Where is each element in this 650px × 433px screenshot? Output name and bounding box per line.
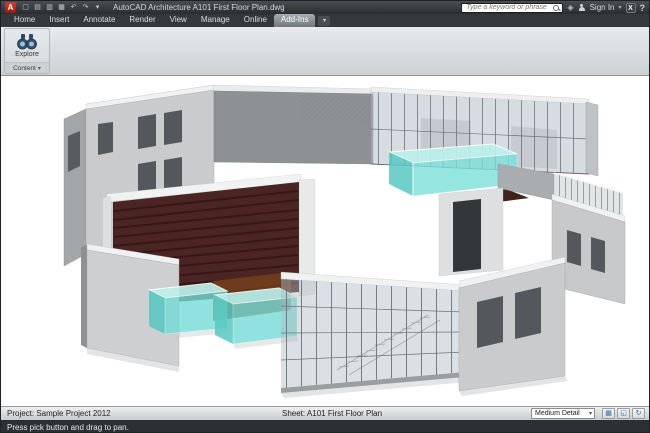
sheet-label: Sheet: A101 First Floor Plan (282, 409, 383, 418)
redo-icon[interactable]: ↷ (80, 2, 91, 13)
autocad-window: A ▢ ▤ ▥ ▦ ↶ ↷ ▾ AutoCAD Architecture A10… (0, 0, 650, 433)
help-icon[interactable]: ? (640, 3, 646, 13)
window-title: AutoCAD Architecture A101 First Floor Pl… (113, 3, 285, 12)
tab-insert[interactable]: Insert (42, 14, 76, 27)
communication-center-icon[interactable]: ◈ (567, 3, 573, 13)
tab-view[interactable]: View (163, 14, 194, 27)
regen-icon[interactable]: ↻ (632, 408, 645, 419)
model-north-wall (213, 84, 374, 165)
plot-icon[interactable]: ▦ (56, 2, 67, 13)
new-icon[interactable]: ▢ (20, 2, 31, 13)
titlebar-right: ◈ Sign In ▾ X ? (461, 2, 646, 13)
titlebar: A ▢ ▤ ▥ ▦ ↶ ↷ ▾ AutoCAD Architecture A10… (1, 1, 649, 14)
content-panel-title: Content (13, 64, 36, 72)
save-icon[interactable]: ▥ (44, 2, 55, 13)
qat-dropdown-icon[interactable]: ▾ (92, 2, 103, 13)
tab-manage[interactable]: Manage (194, 14, 237, 27)
detail-caret-icon: ▾ (588, 411, 592, 417)
detail-level-dropdown[interactable]: Medium Detail ▾ (531, 408, 595, 419)
drawing-status-bar: Project: Sample Project 2012 Sheet: A101… (1, 406, 649, 420)
exchange-apps-icon[interactable]: X (625, 2, 636, 13)
drawing-viewport[interactable] (1, 76, 649, 406)
quick-access-toolbar: ▢ ▤ ▥ ▦ ↶ ↷ ▾ (20, 2, 103, 13)
model-core (438, 187, 504, 277)
cut-plane-icon[interactable]: ◱ (617, 408, 630, 419)
content-panel-label[interactable]: Content ▾ (5, 62, 49, 73)
panel-caret-icon: ▾ (37, 65, 41, 72)
tab-render[interactable]: Render (122, 14, 162, 27)
ribbon-tab-bar: Home Insert Annotate Render View Manage … (1, 14, 649, 27)
app-menu-button[interactable]: A (5, 2, 16, 13)
tab-online[interactable]: Online (237, 14, 274, 27)
project-label: Project: Sample Project 2012 (7, 409, 111, 418)
command-prompt-message: Press pick button and drag to pan. (7, 422, 129, 432)
detail-level-value: Medium Detail (535, 410, 580, 417)
floor-plan-3d-model (63, 84, 626, 398)
sign-in-button[interactable]: Sign In (590, 3, 615, 12)
binoculars-icon (17, 34, 37, 50)
user-icon (578, 3, 586, 12)
tab-home[interactable]: Home (7, 14, 42, 27)
model-front-curtain-wall (280, 271, 466, 393)
search-box[interactable] (461, 2, 564, 13)
model-ne-column (585, 101, 599, 177)
search-input[interactable] (466, 3, 553, 12)
tab-overflow-icon[interactable]: ▾ (318, 16, 331, 26)
status-bar-icons: ▦ ◱ ↻ (602, 408, 645, 419)
display-config-icon[interactable]: ▦ (602, 408, 615, 419)
search-icon[interactable] (552, 4, 560, 12)
content-panel: Explore Content ▾ (4, 28, 50, 74)
command-bar[interactable]: Press pick button and drag to pan. (1, 420, 649, 432)
tab-add-ins[interactable]: Add-Ins (273, 14, 316, 27)
explore-button-label: Explore (15, 51, 39, 58)
tab-annotate[interactable]: Annotate (76, 14, 122, 27)
open-icon[interactable]: ▤ (32, 2, 43, 13)
sign-in-caret-icon[interactable]: ▾ (618, 4, 621, 11)
model-front-right-wall (458, 256, 566, 392)
undo-icon[interactable]: ↶ (68, 2, 79, 13)
explore-button[interactable]: Explore (5, 29, 49, 62)
ribbon: Explore Content ▾ (1, 27, 649, 76)
